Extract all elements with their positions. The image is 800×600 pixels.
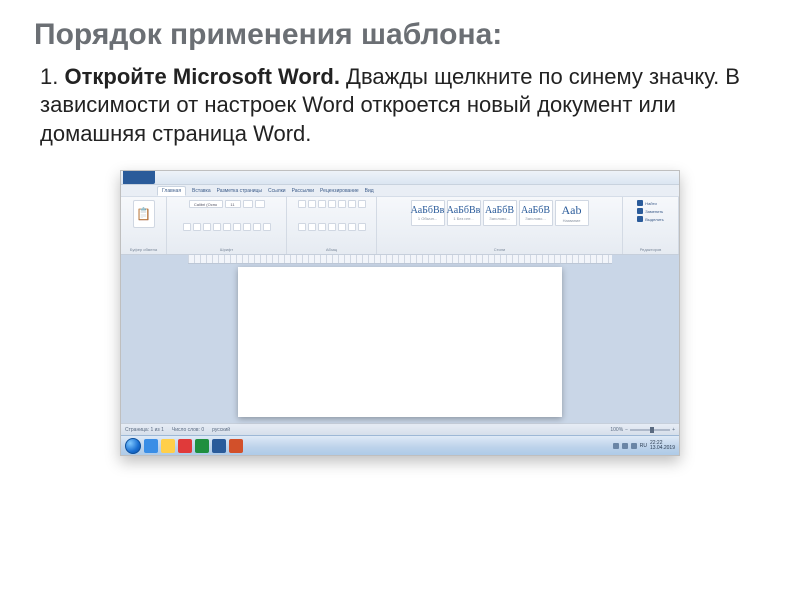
shading-button[interactable] — [348, 223, 356, 231]
strike-button[interactable] — [213, 223, 221, 231]
find-icon — [637, 200, 643, 206]
status-words: Число слов: 0 — [172, 427, 204, 433]
ribbon-tabs: Главная Вставка Разметка страницы Ссылки… — [121, 185, 679, 197]
taskbar-explorer-icon[interactable] — [161, 439, 175, 453]
group-clipboard-label: Буфер обмена — [130, 247, 157, 252]
group-font-label: Шрифт — [220, 247, 233, 252]
borders-button[interactable] — [358, 223, 366, 231]
taskbar-yandex-icon[interactable] — [178, 439, 192, 453]
zoom-value: 100% — [610, 427, 623, 433]
group-paragraph-label: Абзац — [326, 247, 337, 252]
taskbar-date[interactable]: 13.04.2019 — [650, 446, 675, 451]
tray-icon[interactable] — [613, 443, 619, 449]
word-screenshot: Главная Вставка Разметка страницы Ссылки… — [120, 170, 680, 456]
slide: Порядок применения шаблона: 1. Откройте … — [0, 0, 800, 600]
indent-dec-button[interactable] — [328, 200, 336, 208]
numbering-button[interactable] — [308, 200, 316, 208]
font-size-box[interactable]: 11 — [225, 200, 241, 208]
start-button[interactable] — [125, 438, 141, 454]
justify-button[interactable] — [328, 223, 336, 231]
status-bar: Страница: 1 из 1 Число слов: 0 русский 1… — [121, 423, 679, 435]
shrink-font-button[interactable] — [255, 200, 265, 208]
group-paragraph: Абзац — [287, 197, 377, 254]
style-normal[interactable]: АаБбВв1 Обычн... — [411, 200, 445, 226]
align-center-button[interactable] — [308, 223, 316, 231]
text-effects-button[interactable] — [243, 223, 251, 231]
slide-body: 1. Откройте Microsoft Word. Дважды щелкн… — [34, 63, 766, 149]
word-titlebar — [121, 171, 679, 185]
italic-button[interactable] — [193, 223, 201, 231]
tab-insert[interactable]: Вставка — [192, 188, 211, 194]
style-title[interactable]: AabНазвание — [555, 200, 589, 226]
highlight-button[interactable] — [253, 223, 261, 231]
style-heading1[interactable]: АаБбВЗаголово... — [483, 200, 517, 226]
document-canvas[interactable] — [121, 255, 679, 423]
select-icon — [637, 216, 643, 222]
multilevel-button[interactable] — [318, 200, 326, 208]
tab-review[interactable]: Рецензирование — [320, 188, 359, 194]
line-spacing-button[interactable] — [338, 223, 346, 231]
status-page: Страница: 1 из 1 — [125, 427, 164, 433]
page[interactable] — [238, 267, 562, 417]
font-color-button[interactable] — [263, 223, 271, 231]
taskbar-excel-icon[interactable] — [195, 439, 209, 453]
tab-refs[interactable]: Ссылки — [268, 188, 286, 194]
tray-icon[interactable] — [622, 443, 628, 449]
taskbar-ie-icon[interactable] — [144, 439, 158, 453]
step-bold: Откройте Microsoft Word. — [64, 64, 339, 89]
tray-icon[interactable] — [631, 443, 637, 449]
clipboard-icon: 📋 — [136, 207, 151, 221]
ribbon: 📋 Буфер обмена Calibri (Осно 11 — [121, 197, 679, 255]
file-tab[interactable] — [123, 171, 155, 184]
slide-title: Порядок применения шаблона: — [34, 18, 766, 53]
taskbar-word-icon[interactable] — [212, 439, 226, 453]
group-editing-label: Редактиров — [640, 247, 662, 252]
tab-home[interactable]: Главная — [157, 186, 186, 196]
subscript-button[interactable] — [223, 223, 231, 231]
taskbar-lang[interactable]: RU — [640, 443, 647, 449]
group-styles-label: Стили — [494, 247, 506, 252]
tab-layout[interactable]: Разметка страницы — [217, 188, 262, 194]
replace-button[interactable]: Заменить — [637, 208, 663, 214]
style-heading2[interactable]: АаБбВЗаголово... — [519, 200, 553, 226]
group-editing: Найти Заменить Выделить Редактиров — [623, 197, 679, 254]
taskbar-powerpoint-icon[interactable] — [229, 439, 243, 453]
step-number: 1. — [40, 64, 58, 89]
group-styles: АаБбВв1 Обычн... АаБбВв1 Без инт... АаБб… — [377, 197, 623, 254]
grow-font-button[interactable] — [243, 200, 253, 208]
font-name-box[interactable]: Calibri (Осно — [189, 200, 223, 208]
underline-button[interactable] — [203, 223, 211, 231]
windows-taskbar: RU 22:22 13.04.2019 — [121, 435, 679, 455]
indent-inc-button[interactable] — [338, 200, 346, 208]
replace-icon — [637, 208, 643, 214]
tab-mail[interactable]: Рассылки — [292, 188, 314, 194]
tab-view[interactable]: Вид — [365, 188, 374, 194]
sort-button[interactable] — [348, 200, 356, 208]
select-button[interactable]: Выделить — [637, 216, 663, 222]
align-right-button[interactable] — [318, 223, 326, 231]
find-button[interactable]: Найти — [637, 200, 656, 206]
paste-button[interactable]: 📋 — [133, 200, 155, 228]
group-clipboard: 📋 Буфер обмена — [121, 197, 167, 254]
zoom-control[interactable]: 100% −+ — [610, 427, 675, 433]
style-nospacing[interactable]: АаБбВв1 Без инт... — [447, 200, 481, 226]
group-font: Calibri (Осно 11 Шрифт — [167, 197, 287, 254]
show-marks-button[interactable] — [358, 200, 366, 208]
bold-button[interactable] — [183, 223, 191, 231]
superscript-button[interactable] — [233, 223, 241, 231]
bullets-button[interactable] — [298, 200, 306, 208]
ruler[interactable] — [188, 255, 612, 264]
align-left-button[interactable] — [298, 223, 306, 231]
status-lang: русский — [212, 427, 230, 433]
